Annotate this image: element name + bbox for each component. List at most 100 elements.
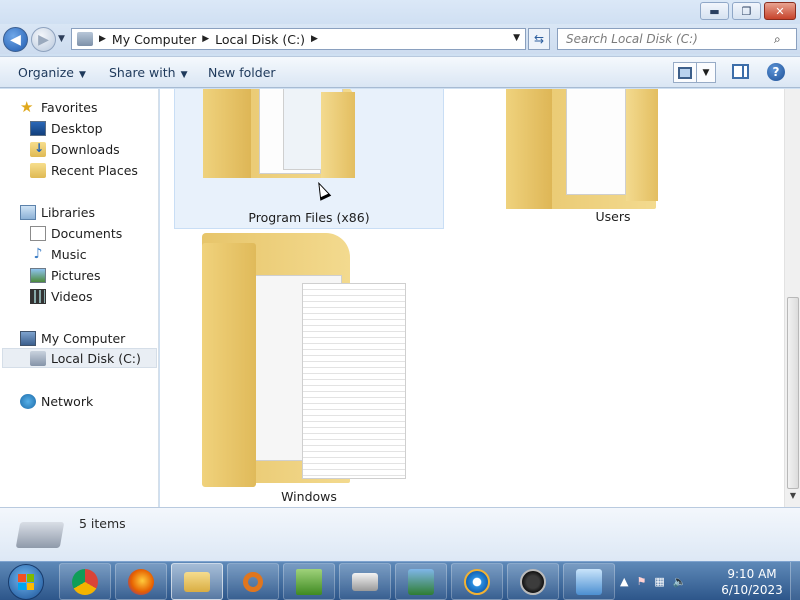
chrome-icon: [72, 568, 98, 595]
folder-item-users[interactable]: Users: [478, 89, 748, 229]
breadcrumb-chevron-icon[interactable]: ▶: [99, 34, 106, 44]
nav-item-documents[interactable]: Documents: [30, 223, 122, 243]
back-button[interactable]: ◀: [3, 27, 28, 52]
taskbar-printer[interactable]: [339, 563, 391, 600]
nav-item-favorites[interactable]: ★ Favorites: [20, 97, 97, 117]
breadcrumb-local-disk[interactable]: Local Disk (C:): [215, 32, 305, 47]
action-center-flag-icon[interactable]: ⚑: [636, 575, 646, 588]
show-desktop-button[interactable]: [790, 562, 800, 600]
scroll-down-arrow-icon[interactable]: ▼: [785, 491, 800, 505]
breadcrumb-my-computer[interactable]: My Computer: [112, 32, 196, 47]
address-dropdown-icon[interactable]: ▼: [513, 33, 520, 43]
details-pane: 5 items: [0, 507, 800, 561]
nav-item-recent-places[interactable]: Recent Places: [30, 160, 138, 180]
pictures-icon: [30, 267, 46, 283]
control-panel-icon: [576, 568, 602, 595]
printer-icon: [352, 572, 378, 591]
nav-item-downloads[interactable]: Downloads: [30, 139, 120, 159]
taskbar-control-panel[interactable]: [563, 563, 615, 600]
maximize-button[interactable]: ❐: [732, 2, 761, 20]
organize-label: Organize: [18, 65, 74, 80]
organize-button[interactable]: Organize ▼: [18, 65, 86, 80]
navigation-pane: ★ Favorites Desktop Downloads Recent Plac…: [0, 89, 159, 507]
address-bar[interactable]: ▶ My Computer ▶ Local Disk (C:) ▶ ▼: [71, 28, 526, 50]
nav-item-local-disk[interactable]: Local Disk (C:): [2, 348, 157, 368]
minimize-button[interactable]: ▬: [700, 2, 729, 20]
new-folder-button[interactable]: New folder: [208, 65, 276, 80]
nav-label: Desktop: [51, 120, 103, 136]
videos-icon: [30, 288, 46, 304]
folder-item-program-files-x86[interactable]: Program Files (x86): [174, 89, 444, 229]
help-button[interactable]: ?: [767, 63, 785, 81]
preview-pane-button[interactable]: [732, 64, 749, 79]
search-box[interactable]: Search Local Disk (C:) ⌕: [557, 28, 797, 50]
folder-item-windows[interactable]: Windows: [174, 231, 444, 507]
nav-label: Recent Places: [51, 162, 138, 178]
libraries-icon: [20, 204, 36, 220]
scrollbar-thumb[interactable]: [787, 297, 799, 489]
refresh-button[interactable]: ⇆: [528, 28, 550, 50]
forward-arrow-icon: ▶: [38, 31, 49, 48]
clock[interactable]: 9:10 AM 6/10/2023: [718, 566, 786, 598]
history-dropdown-icon[interactable]: ▼: [58, 34, 65, 44]
nav-label: My Computer: [41, 330, 126, 346]
nav-item-libraries[interactable]: Libraries: [20, 202, 95, 222]
taskbar-security[interactable]: [395, 563, 447, 600]
local-disk-icon: [15, 522, 65, 548]
recent-places-icon: [30, 162, 46, 178]
forward-button[interactable]: ▶: [31, 27, 56, 52]
taskbar-ie[interactable]: [451, 563, 503, 600]
computer-location-icon: [77, 32, 93, 46]
command-bar: Organize ▼ Share with ▼ New folder ▼ ?: [0, 56, 800, 88]
refresh-icon: ⇆: [533, 32, 545, 46]
nav-item-videos[interactable]: Videos: [30, 286, 93, 306]
nav-item-my-computer[interactable]: My Computer: [20, 328, 125, 348]
vertical-scrollbar[interactable]: ▼: [784, 89, 800, 507]
nav-item-network[interactable]: Network: [20, 391, 93, 411]
search-input[interactable]: Search Local Disk (C:): [566, 32, 774, 46]
taskbar-explorer[interactable]: [171, 563, 223, 600]
nav-item-desktop[interactable]: Desktop: [30, 118, 103, 138]
chevron-down-icon: ▼: [180, 70, 188, 80]
nav-label: Music: [51, 246, 87, 262]
view-options-dropdown[interactable]: ▼: [697, 62, 716, 83]
close-button[interactable]: ✕: [764, 2, 796, 20]
downloads-icon: [30, 141, 46, 157]
breadcrumb-chevron-icon[interactable]: ▶: [311, 34, 318, 44]
nav-label: Network: [41, 393, 94, 409]
search-app-icon: [243, 571, 263, 592]
network-status-icon[interactable]: ▦: [654, 575, 664, 588]
volume-muted-icon[interactable]: 🔈: [673, 575, 687, 588]
firefox-icon: [128, 568, 154, 595]
show-hidden-icons-icon[interactable]: ▲: [620, 575, 628, 588]
computer-icon: [20, 330, 36, 346]
nav-label: Pictures: [51, 267, 101, 283]
title-bar: ▬ ❐ ✕: [0, 0, 800, 26]
spreadsheet-icon: [296, 568, 322, 595]
network-icon: [20, 393, 36, 409]
window-controls: ▬ ❐ ✕: [700, 2, 796, 20]
file-list-view: Program Files (x86) Users Windows: [160, 89, 784, 507]
view-icon: [678, 66, 692, 79]
taskbar-chrome[interactable]: [59, 563, 111, 600]
nav-label: Libraries: [41, 204, 95, 220]
documents-icon: [30, 225, 46, 241]
windows-logo-icon: [18, 574, 34, 590]
taskbar-spreadsheet[interactable]: [283, 563, 335, 600]
nav-item-music[interactable]: ♪ Music: [30, 244, 87, 264]
share-with-button[interactable]: Share with ▼: [109, 65, 188, 80]
search-icon[interactable]: ⌕: [774, 32, 792, 47]
breadcrumb-chevron-icon[interactable]: ▶: [202, 34, 209, 44]
change-view-button[interactable]: [673, 62, 697, 83]
taskbar-firefox[interactable]: [115, 563, 167, 600]
nav-item-pictures[interactable]: Pictures: [30, 265, 101, 285]
taskbar: ▲ ⚑ ▦ 🔈 9:10 AM 6/10/2023: [0, 561, 800, 600]
start-button[interactable]: [8, 564, 44, 600]
taskbar-search-app[interactable]: [227, 563, 279, 600]
nav-label: Favorites: [41, 99, 98, 115]
nav-label: Downloads: [51, 141, 120, 157]
chevron-down-icon: ▼: [702, 67, 710, 78]
lock-icon: [520, 568, 546, 595]
address-row: ◀ ▶ ▼ ▶ My Computer ▶ Local Disk (C:) ▶ …: [0, 24, 800, 54]
taskbar-lock[interactable]: [507, 563, 559, 600]
